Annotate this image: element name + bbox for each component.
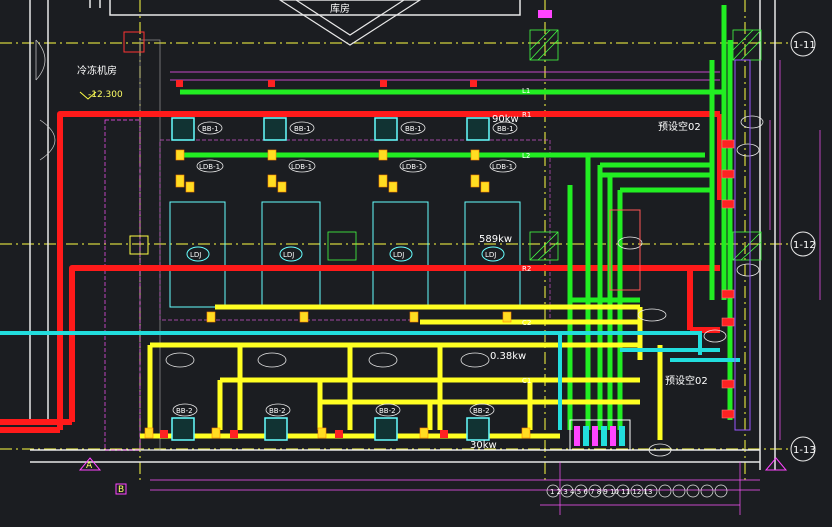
axis-label-1: 1-11 (793, 40, 816, 51)
axis-label-3: 1-13 (793, 445, 816, 456)
power-label-1: 90kw (492, 114, 519, 125)
power-label-3: 0.38kw (490, 351, 526, 362)
top-pump-3-label: BB-1 (405, 125, 422, 133)
chiller-label-3: LDJ (393, 251, 404, 259)
hvac-plant-drawing: 库房 冷冻机房 -12.300 LDJ LDJ LDJ LDJ BB-1 BB-… (0, 0, 832, 527)
bottom-pump-4-label: BB-2 (473, 407, 490, 415)
chiller-label-1: LDJ (190, 251, 201, 259)
bottom-pump-3-label: BB-2 (379, 407, 396, 415)
chiller-label-4: LDJ (485, 251, 496, 259)
pipe-tag-L1: L1 (522, 87, 530, 95)
pipe-tag-L2: L2 (522, 152, 530, 160)
mid-pump-3-label: LDB-1 (402, 163, 423, 171)
bottom-pump-1-label: BB-2 (176, 407, 193, 415)
top-pump-1-label: BB-1 (202, 125, 219, 133)
room-chiller-label: 冷冻机房 (77, 64, 117, 77)
power-label-4: 30kw (470, 440, 497, 451)
bottom-pump-2-label: BB-2 (269, 407, 286, 415)
pipe-tag-C1: C1 (522, 377, 531, 385)
top-pump-2-label: BB-1 (294, 125, 311, 133)
power-label-2: 589kw (479, 234, 512, 245)
pipe-tag-R2: R2 (522, 265, 531, 273)
room-reserved-1: 预设空02 (658, 120, 701, 133)
mid-pump-2-label: LDB-1 (291, 163, 312, 171)
section-A-label: A (86, 461, 93, 471)
room-library-label: 库房 (330, 2, 350, 15)
index-legend-text: 1 2 3 4 5 6 7 8 9 10 11 12 13 (550, 488, 652, 496)
chiller-label-2: LDJ (283, 251, 294, 259)
mid-pump-4-label: LDB-1 (492, 163, 513, 171)
pipe-tag-C2: C2 (522, 319, 531, 327)
section-B-label: B (118, 485, 124, 495)
axis-label-2: 1-12 (793, 240, 816, 251)
pipe-tag-R1: R1 (522, 111, 531, 119)
mid-pump-1-label: LDB-1 (199, 163, 220, 171)
top-pump-4-label: BB-1 (497, 125, 514, 133)
room-reserved-2: 预设空02 (665, 374, 708, 387)
